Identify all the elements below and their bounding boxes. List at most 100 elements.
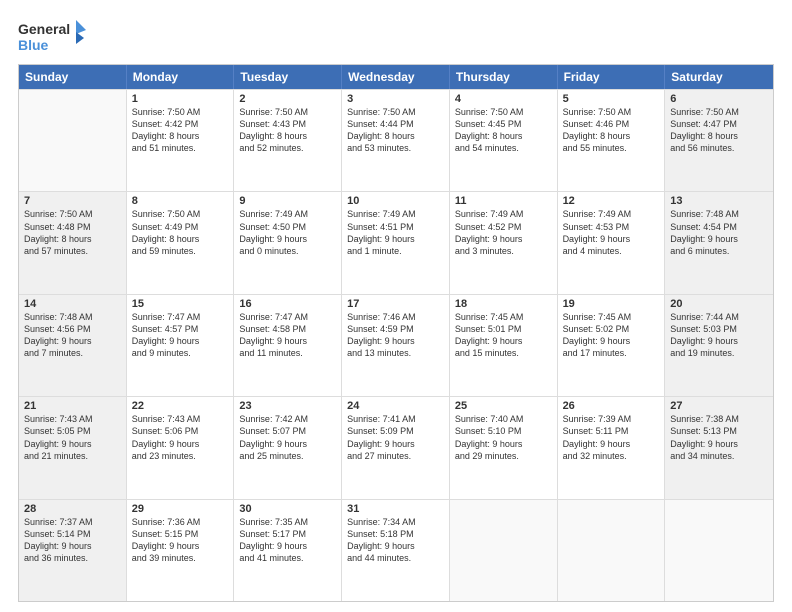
table-row: 26Sunrise: 7:39 AMSunset: 5:11 PMDayligh… bbox=[558, 397, 666, 498]
table-row: 5Sunrise: 7:50 AMSunset: 4:46 PMDaylight… bbox=[558, 90, 666, 191]
table-row: 3Sunrise: 7:50 AMSunset: 4:44 PMDaylight… bbox=[342, 90, 450, 191]
table-row: 12Sunrise: 7:49 AMSunset: 4:53 PMDayligh… bbox=[558, 192, 666, 293]
day-header-saturday: Saturday bbox=[665, 65, 773, 89]
cell-content: Sunrise: 7:50 AMSunset: 4:43 PMDaylight:… bbox=[239, 106, 336, 155]
cell-content: Sunrise: 7:45 AMSunset: 5:01 PMDaylight:… bbox=[455, 311, 552, 360]
cell-content: Sunrise: 7:49 AMSunset: 4:50 PMDaylight:… bbox=[239, 208, 336, 257]
table-row bbox=[19, 90, 127, 191]
day-number: 23 bbox=[239, 400, 336, 412]
cell-content: Sunrise: 7:37 AMSunset: 5:14 PMDaylight:… bbox=[24, 516, 121, 565]
day-number: 8 bbox=[132, 195, 229, 207]
table-row: 22Sunrise: 7:43 AMSunset: 5:06 PMDayligh… bbox=[127, 397, 235, 498]
day-number: 3 bbox=[347, 93, 444, 105]
table-row: 14Sunrise: 7:48 AMSunset: 4:56 PMDayligh… bbox=[19, 295, 127, 396]
day-header-tuesday: Tuesday bbox=[234, 65, 342, 89]
table-row: 2Sunrise: 7:50 AMSunset: 4:43 PMDaylight… bbox=[234, 90, 342, 191]
calendar-row-1: 1Sunrise: 7:50 AMSunset: 4:42 PMDaylight… bbox=[19, 89, 773, 191]
header: GeneralBlue bbox=[18, 18, 774, 56]
cell-content: Sunrise: 7:44 AMSunset: 5:03 PMDaylight:… bbox=[670, 311, 768, 360]
cell-content: Sunrise: 7:49 AMSunset: 4:53 PMDaylight:… bbox=[563, 208, 660, 257]
cell-content: Sunrise: 7:40 AMSunset: 5:10 PMDaylight:… bbox=[455, 413, 552, 462]
table-row: 23Sunrise: 7:42 AMSunset: 5:07 PMDayligh… bbox=[234, 397, 342, 498]
cell-content: Sunrise: 7:50 AMSunset: 4:44 PMDaylight:… bbox=[347, 106, 444, 155]
day-number: 1 bbox=[132, 93, 229, 105]
calendar-header: SundayMondayTuesdayWednesdayThursdayFrid… bbox=[19, 65, 773, 89]
calendar-row-2: 7Sunrise: 7:50 AMSunset: 4:48 PMDaylight… bbox=[19, 191, 773, 293]
day-header-wednesday: Wednesday bbox=[342, 65, 450, 89]
cell-content: Sunrise: 7:45 AMSunset: 5:02 PMDaylight:… bbox=[563, 311, 660, 360]
day-number: 24 bbox=[347, 400, 444, 412]
cell-content: Sunrise: 7:35 AMSunset: 5:17 PMDaylight:… bbox=[239, 516, 336, 565]
day-number: 19 bbox=[563, 298, 660, 310]
cell-content: Sunrise: 7:39 AMSunset: 5:11 PMDaylight:… bbox=[563, 413, 660, 462]
table-row: 8Sunrise: 7:50 AMSunset: 4:49 PMDaylight… bbox=[127, 192, 235, 293]
cell-content: Sunrise: 7:47 AMSunset: 4:58 PMDaylight:… bbox=[239, 311, 336, 360]
day-number: 2 bbox=[239, 93, 336, 105]
table-row: 9Sunrise: 7:49 AMSunset: 4:50 PMDaylight… bbox=[234, 192, 342, 293]
cell-content: Sunrise: 7:43 AMSunset: 5:06 PMDaylight:… bbox=[132, 413, 229, 462]
table-row: 16Sunrise: 7:47 AMSunset: 4:58 PMDayligh… bbox=[234, 295, 342, 396]
day-number: 20 bbox=[670, 298, 768, 310]
cell-content: Sunrise: 7:41 AMSunset: 5:09 PMDaylight:… bbox=[347, 413, 444, 462]
day-header-sunday: Sunday bbox=[19, 65, 127, 89]
day-number: 22 bbox=[132, 400, 229, 412]
table-row: 28Sunrise: 7:37 AMSunset: 5:14 PMDayligh… bbox=[19, 500, 127, 601]
cell-content: Sunrise: 7:50 AMSunset: 4:49 PMDaylight:… bbox=[132, 208, 229, 257]
day-number: 13 bbox=[670, 195, 768, 207]
svg-text:Blue: Blue bbox=[18, 37, 49, 53]
page: GeneralBlue SundayMondayTuesdayWednesday… bbox=[0, 0, 792, 612]
day-number: 28 bbox=[24, 503, 121, 515]
day-number: 7 bbox=[24, 195, 121, 207]
table-row: 30Sunrise: 7:35 AMSunset: 5:17 PMDayligh… bbox=[234, 500, 342, 601]
calendar-row-3: 14Sunrise: 7:48 AMSunset: 4:56 PMDayligh… bbox=[19, 294, 773, 396]
table-row: 10Sunrise: 7:49 AMSunset: 4:51 PMDayligh… bbox=[342, 192, 450, 293]
calendar-body: 1Sunrise: 7:50 AMSunset: 4:42 PMDaylight… bbox=[19, 89, 773, 601]
day-number: 9 bbox=[239, 195, 336, 207]
cell-content: Sunrise: 7:34 AMSunset: 5:18 PMDaylight:… bbox=[347, 516, 444, 565]
day-number: 16 bbox=[239, 298, 336, 310]
day-number: 26 bbox=[563, 400, 660, 412]
table-row: 11Sunrise: 7:49 AMSunset: 4:52 PMDayligh… bbox=[450, 192, 558, 293]
table-row: 4Sunrise: 7:50 AMSunset: 4:45 PMDaylight… bbox=[450, 90, 558, 191]
cell-content: Sunrise: 7:47 AMSunset: 4:57 PMDaylight:… bbox=[132, 311, 229, 360]
table-row: 13Sunrise: 7:48 AMSunset: 4:54 PMDayligh… bbox=[665, 192, 773, 293]
day-number: 30 bbox=[239, 503, 336, 515]
cell-content: Sunrise: 7:42 AMSunset: 5:07 PMDaylight:… bbox=[239, 413, 336, 462]
table-row: 29Sunrise: 7:36 AMSunset: 5:15 PMDayligh… bbox=[127, 500, 235, 601]
table-row: 27Sunrise: 7:38 AMSunset: 5:13 PMDayligh… bbox=[665, 397, 773, 498]
table-row: 18Sunrise: 7:45 AMSunset: 5:01 PMDayligh… bbox=[450, 295, 558, 396]
table-row: 19Sunrise: 7:45 AMSunset: 5:02 PMDayligh… bbox=[558, 295, 666, 396]
table-row bbox=[558, 500, 666, 601]
day-number: 25 bbox=[455, 400, 552, 412]
table-row: 24Sunrise: 7:41 AMSunset: 5:09 PMDayligh… bbox=[342, 397, 450, 498]
day-number: 29 bbox=[132, 503, 229, 515]
cell-content: Sunrise: 7:43 AMSunset: 5:05 PMDaylight:… bbox=[24, 413, 121, 462]
cell-content: Sunrise: 7:50 AMSunset: 4:46 PMDaylight:… bbox=[563, 106, 660, 155]
day-number: 5 bbox=[563, 93, 660, 105]
day-number: 14 bbox=[24, 298, 121, 310]
day-number: 4 bbox=[455, 93, 552, 105]
cell-content: Sunrise: 7:38 AMSunset: 5:13 PMDaylight:… bbox=[670, 413, 768, 462]
day-header-thursday: Thursday bbox=[450, 65, 558, 89]
cell-content: Sunrise: 7:50 AMSunset: 4:48 PMDaylight:… bbox=[24, 208, 121, 257]
calendar-row-5: 28Sunrise: 7:37 AMSunset: 5:14 PMDayligh… bbox=[19, 499, 773, 601]
cell-content: Sunrise: 7:50 AMSunset: 4:45 PMDaylight:… bbox=[455, 106, 552, 155]
cell-content: Sunrise: 7:49 AMSunset: 4:51 PMDaylight:… bbox=[347, 208, 444, 257]
table-row: 21Sunrise: 7:43 AMSunset: 5:05 PMDayligh… bbox=[19, 397, 127, 498]
day-number: 12 bbox=[563, 195, 660, 207]
cell-content: Sunrise: 7:36 AMSunset: 5:15 PMDaylight:… bbox=[132, 516, 229, 565]
table-row: 7Sunrise: 7:50 AMSunset: 4:48 PMDaylight… bbox=[19, 192, 127, 293]
cell-content: Sunrise: 7:46 AMSunset: 4:59 PMDaylight:… bbox=[347, 311, 444, 360]
calendar-row-4: 21Sunrise: 7:43 AMSunset: 5:05 PMDayligh… bbox=[19, 396, 773, 498]
logo-svg: GeneralBlue bbox=[18, 18, 90, 56]
day-number: 15 bbox=[132, 298, 229, 310]
cell-content: Sunrise: 7:49 AMSunset: 4:52 PMDaylight:… bbox=[455, 208, 552, 257]
day-number: 6 bbox=[670, 93, 768, 105]
table-row: 25Sunrise: 7:40 AMSunset: 5:10 PMDayligh… bbox=[450, 397, 558, 498]
table-row: 6Sunrise: 7:50 AMSunset: 4:47 PMDaylight… bbox=[665, 90, 773, 191]
logo: GeneralBlue bbox=[18, 18, 90, 56]
table-row: 31Sunrise: 7:34 AMSunset: 5:18 PMDayligh… bbox=[342, 500, 450, 601]
table-row: 15Sunrise: 7:47 AMSunset: 4:57 PMDayligh… bbox=[127, 295, 235, 396]
day-number: 31 bbox=[347, 503, 444, 515]
day-number: 27 bbox=[670, 400, 768, 412]
